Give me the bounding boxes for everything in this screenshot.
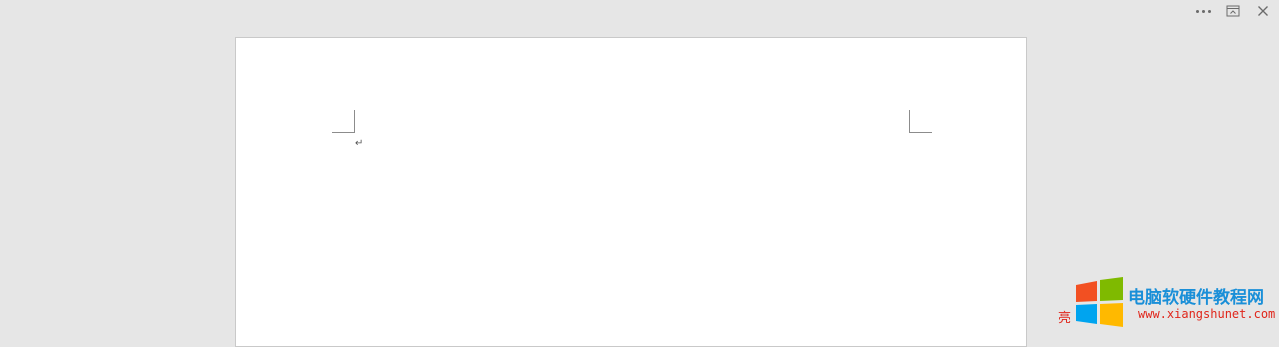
margin-corner-top-right [909,110,932,133]
restore-window-icon [1226,5,1240,17]
restore-window-button[interactable] [1223,3,1243,19]
more-horizontal-icon [1195,9,1211,13]
more-options-button[interactable] [1193,3,1213,19]
window-controls [1193,2,1273,20]
windows-logo-icon [1076,277,1123,327]
watermark-subtitle: 亮 [1058,311,1072,326]
margin-corner-top-left [332,110,355,133]
close-icon [1258,6,1268,16]
watermark-title: 电脑软硬件教程网 [1128,288,1264,308]
document-workspace: ↵ 电脑软硬件教程网 亮 www.xiangshunet.com [0,0,1279,347]
paragraph-mark-icon: ↵ [355,138,364,149]
site-watermark: 电脑软硬件教程网 亮 www.xiangshunet.com [1058,277,1279,329]
document-page[interactable]: ↵ [235,37,1027,347]
close-button[interactable] [1253,3,1273,19]
watermark-url: www.xiangshunet.com [1138,307,1276,321]
